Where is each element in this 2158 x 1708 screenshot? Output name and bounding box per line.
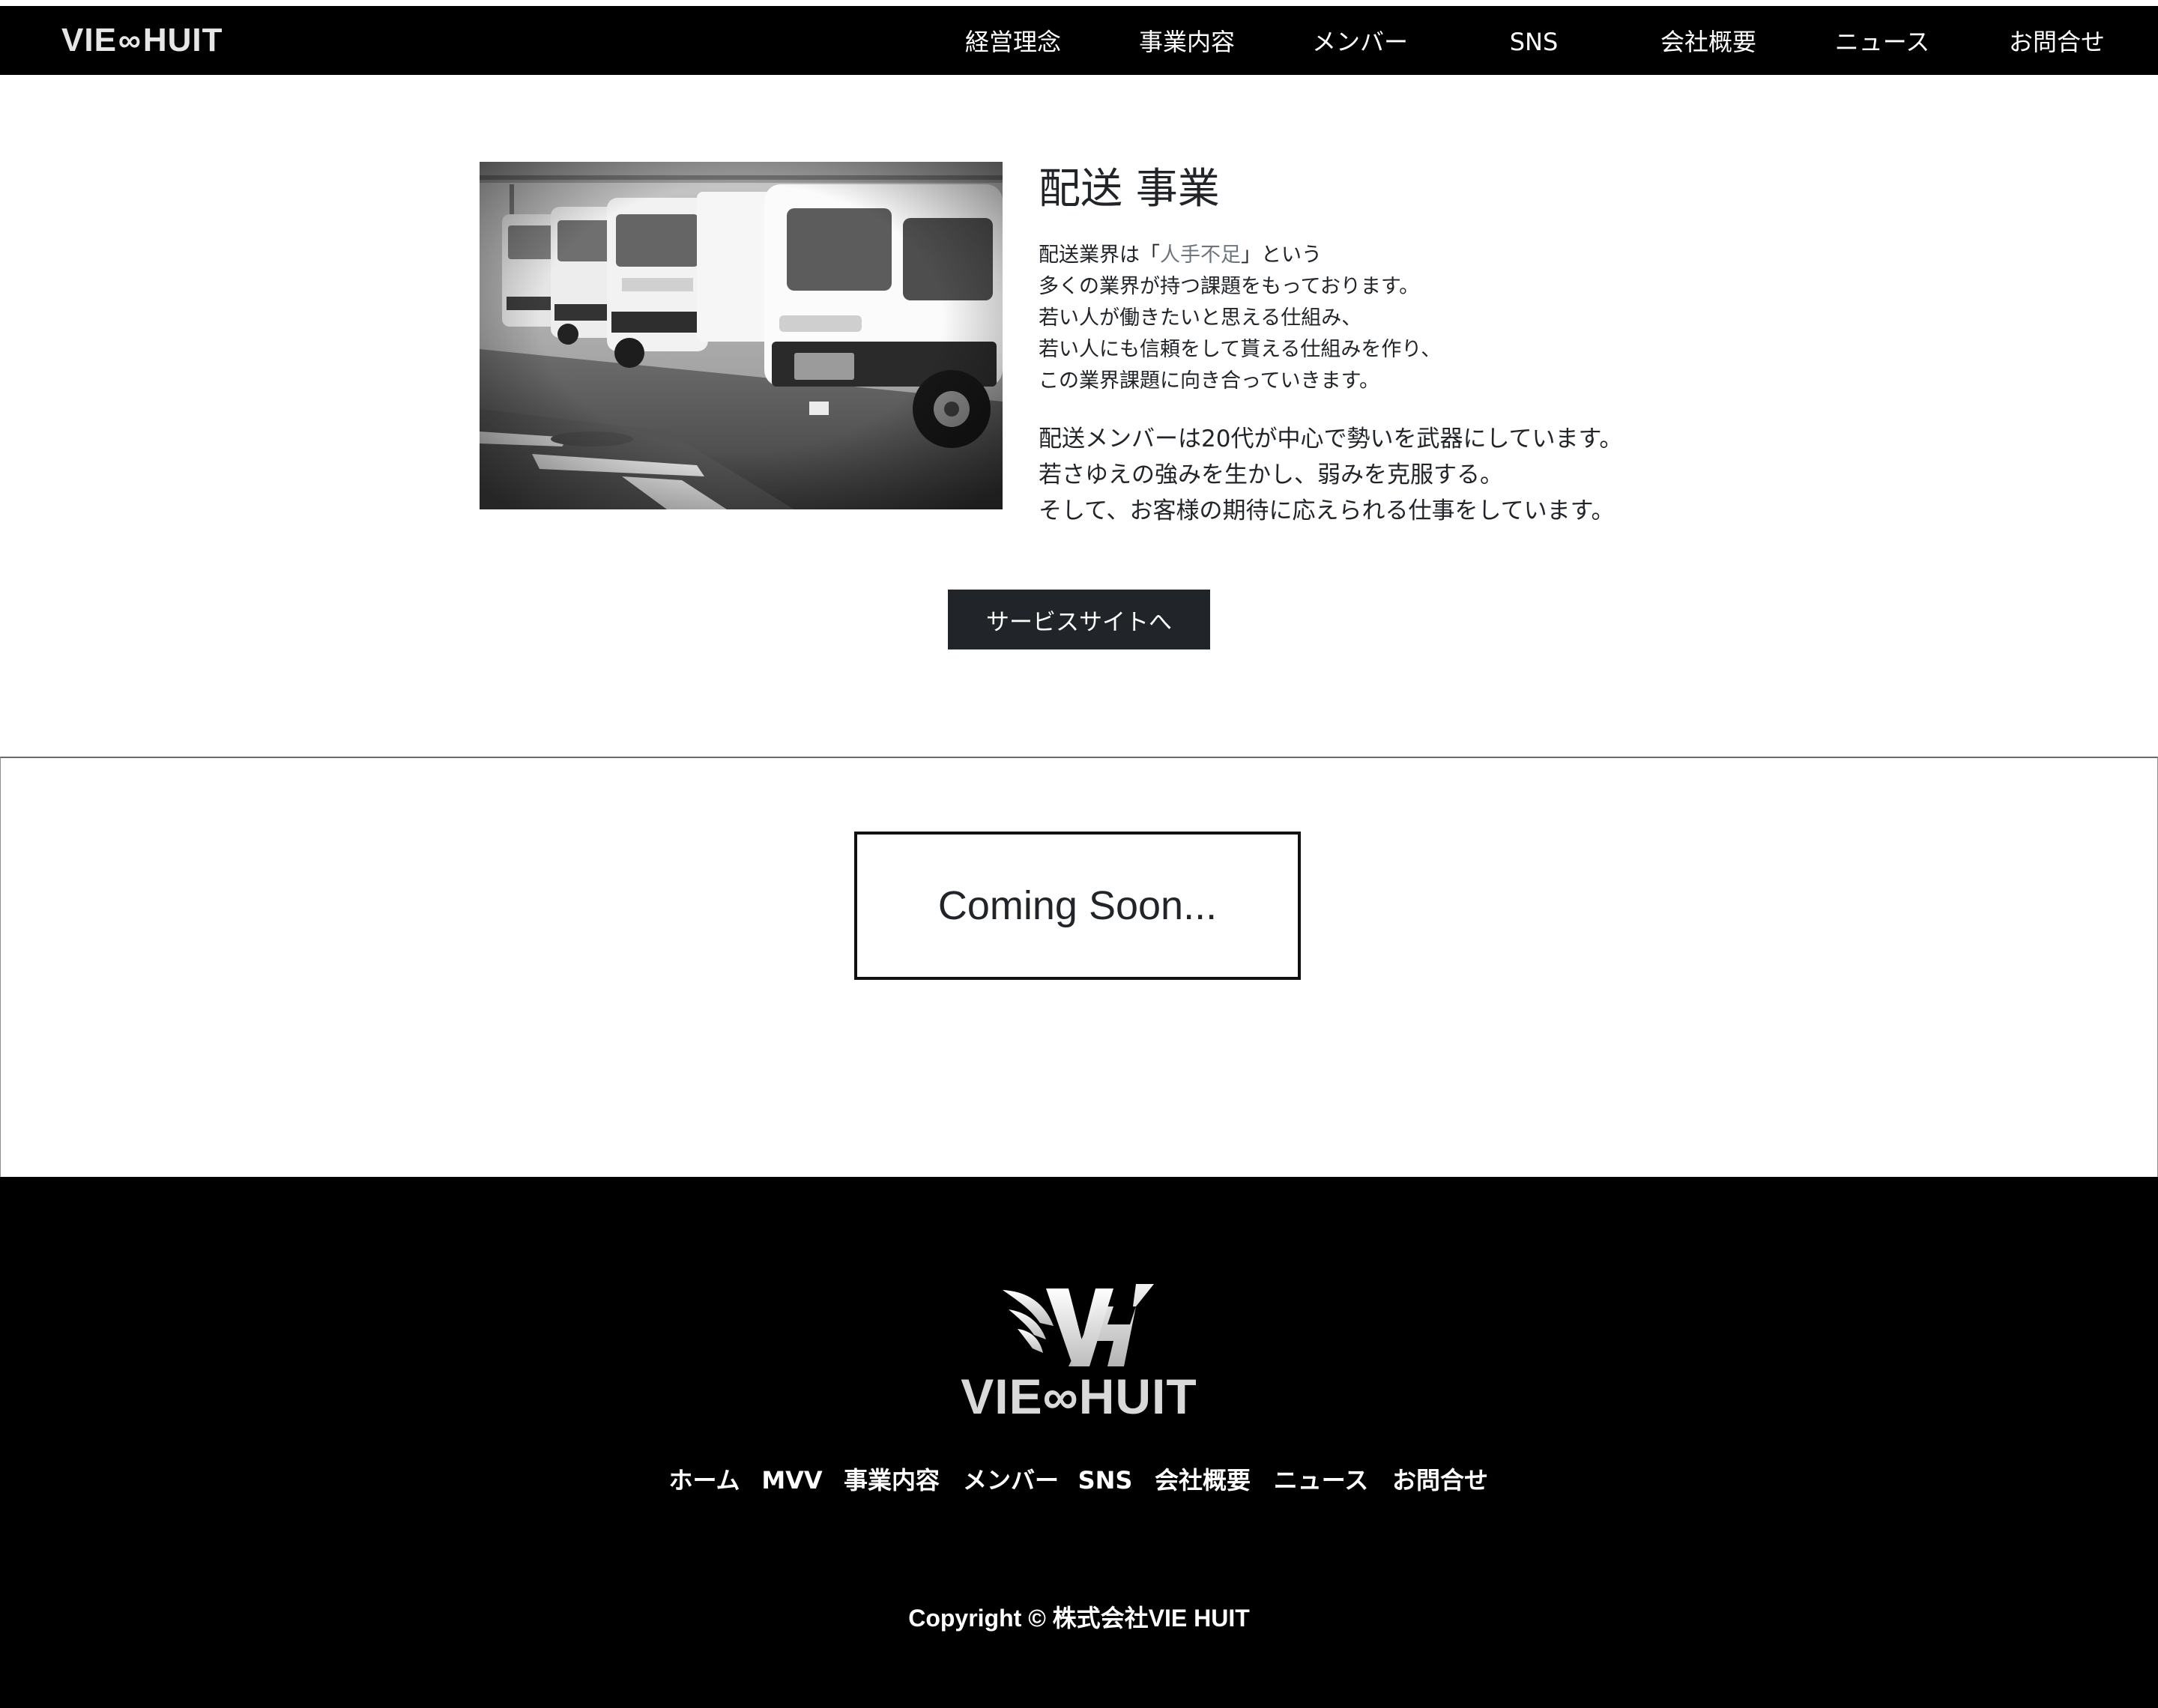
footer-nav-sns[interactable]: SNS (1078, 1464, 1133, 1497)
paragraph-line: 配送業界は「人手不足」という (1039, 240, 1563, 271)
footer-nav-business[interactable]: 事業内容 (844, 1464, 940, 1497)
footer-wordmark[interactable]: VIE ∞ HUIT (961, 1366, 1196, 1426)
paragraph-line: 配送メンバーは20代が中心で勢いを武器にしています。 (1039, 426, 1623, 452)
infinity-icon: ∞ (118, 22, 142, 58)
nav-item-business[interactable]: 事業内容 (1139, 27, 1235, 57)
nav-item-sns[interactable]: SNS (1510, 27, 1559, 57)
paragraph-text: 配送業界は「 (1039, 243, 1160, 267)
copyright-text: Copyright © 株式会社VIE HUIT (908, 1605, 1250, 1632)
logo-text-left: VIE (61, 22, 117, 58)
service-site-button[interactable]: サービスサイトへ (948, 590, 1210, 649)
wordmark-right: HUIT (1078, 1369, 1197, 1424)
navbar: VIE ∞ HUIT 経営理念 事業内容 メンバー SNS 会社概要 ニュース お問… (0, 6, 2158, 75)
nav-item-news[interactable]: ニュース (1835, 27, 1929, 57)
delivery-trucks-image (480, 162, 1003, 509)
paragraph-line: 若い人にも信頼をして貰える仕組みを作り、 (1039, 338, 1442, 361)
paragraph-line: 多くの業界が持つ課題をもっております。 (1039, 275, 1420, 298)
logo-text-right: HUIT (142, 22, 223, 58)
nav-item-company[interactable]: 会社概要 (1660, 27, 1756, 57)
paragraph-line: そして、お客様の期待に応えられる仕事をしています。 (1039, 497, 1615, 524)
nav-item-philosophy[interactable]: 経営理念 (965, 27, 1061, 57)
nav-item-members[interactable]: メンバー (1312, 27, 1408, 57)
footer-nav-company[interactable]: 会社概要 (1155, 1464, 1251, 1497)
footer-nav-contact[interactable]: お問合せ (1392, 1464, 1488, 1497)
wordmark-left: VIE (961, 1369, 1043, 1424)
nav-item-contact[interactable]: お問合せ (2009, 27, 2105, 57)
footer-nav-news[interactable]: ニュース (1274, 1464, 1368, 1497)
section-title: 配送 事業 (1039, 165, 1220, 214)
footer-nav-home[interactable]: ホーム (668, 1464, 740, 1497)
paragraph-line: この業界課題に向き合っていきます。 (1039, 369, 1379, 393)
top-strip (0, 0, 2158, 6)
infinity-icon: ∞ (1042, 1369, 1079, 1424)
coming-soon-box: Coming Soon... (854, 832, 1301, 980)
paragraph-line: 若い人が働きたいと思える仕組み、 (1039, 306, 1362, 330)
delivery-paragraph-2: 配送メンバーは20代が中心で勢いを武器にしています。 若さゆえの強みを生かし、弱… (1039, 421, 1713, 529)
highlight-text: 人手不足 (1160, 243, 1241, 267)
header-logo[interactable]: VIE ∞ HUIT (61, 22, 223, 58)
paragraph-line: 若さゆえの強みを生かし、弱みを克服する。 (1039, 461, 1503, 488)
delivery-paragraph-1: 配送業界は「人手不足」という 多くの業界が持つ課題をもっております。 若い人が働… (1039, 240, 1563, 397)
winged-vh-logo-icon (1001, 1284, 1158, 1371)
footer-nav-members[interactable]: メンバー (963, 1464, 1059, 1497)
paragraph-text: 」という (1241, 243, 1322, 267)
footer-nav-mvv[interactable]: MVV (761, 1464, 822, 1497)
